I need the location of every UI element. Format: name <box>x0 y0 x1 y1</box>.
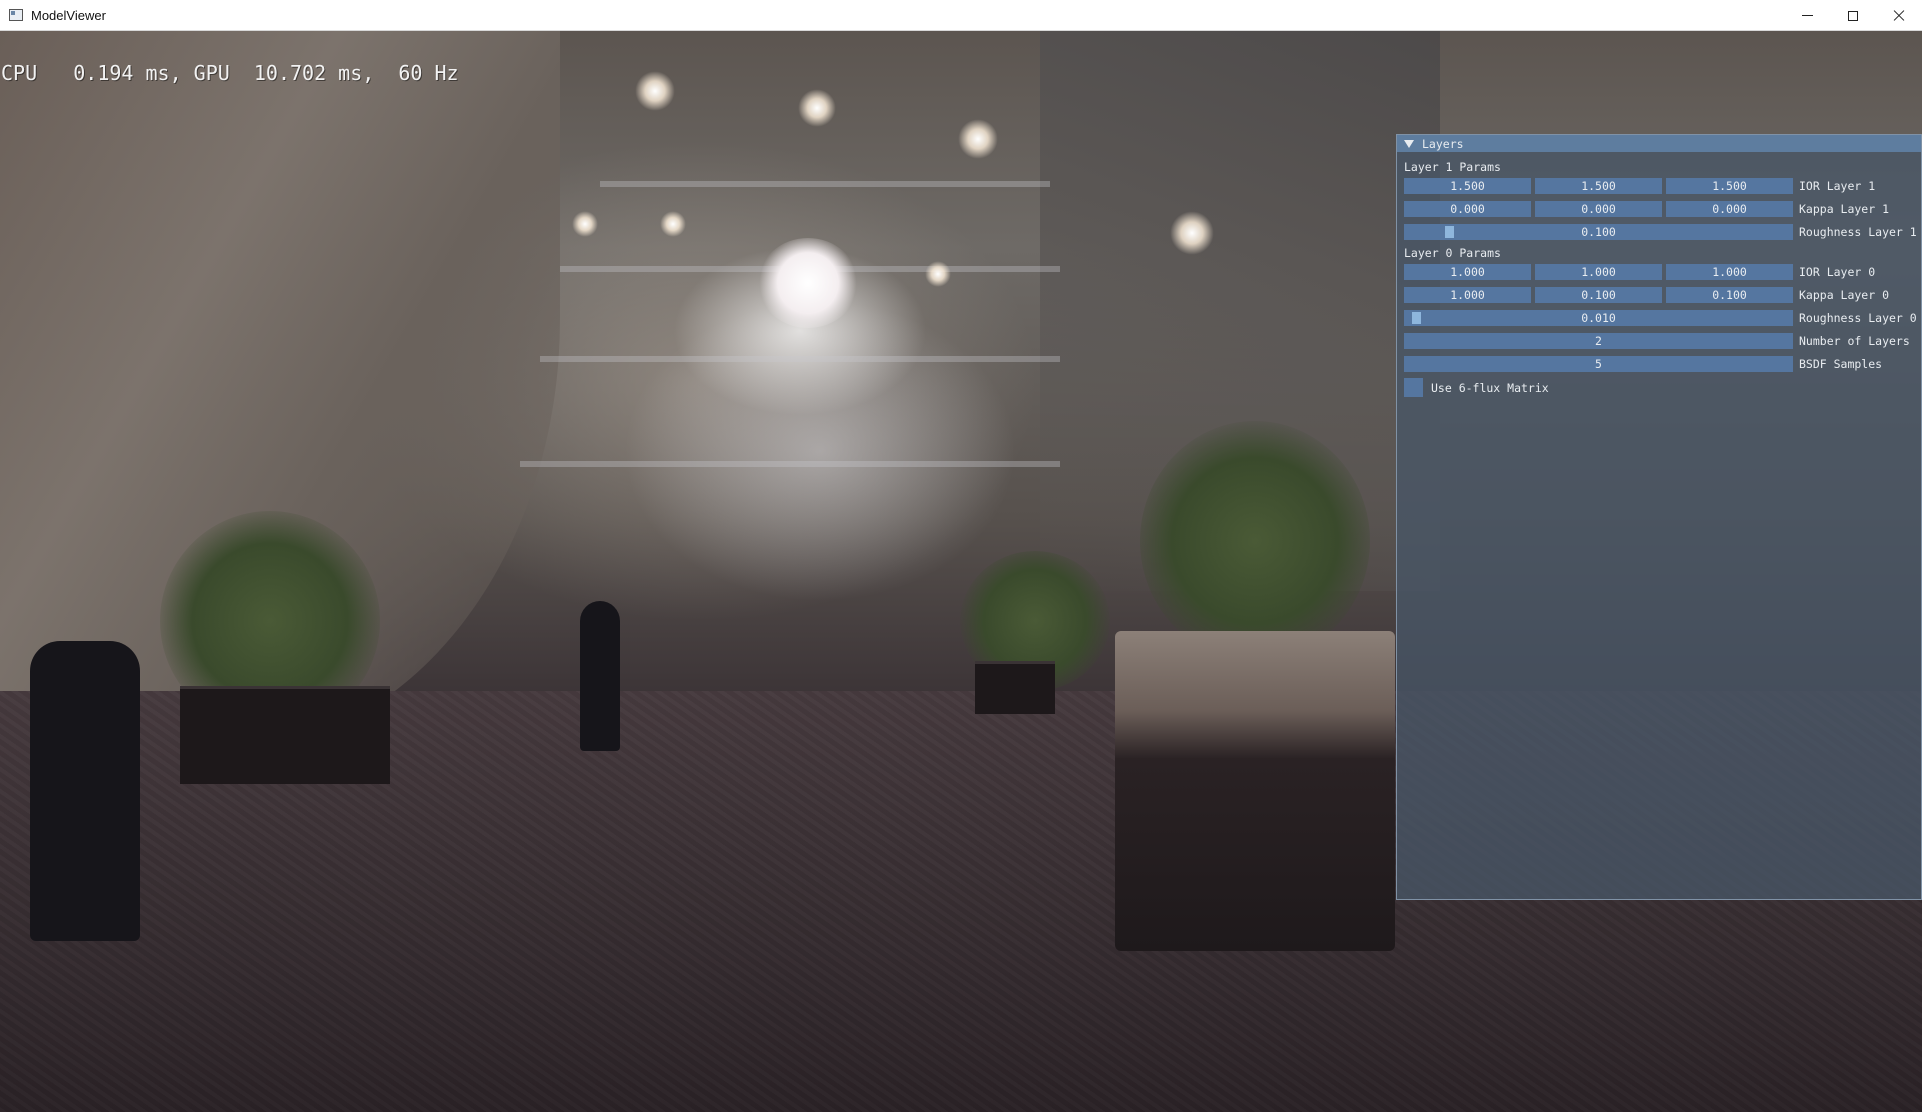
collapse-triangle-icon[interactable] <box>1404 139 1414 148</box>
roughness-layer1-row: 0.100 Roughness Layer 1 <box>1404 224 1917 240</box>
close-icon[interactable] <box>1876 0 1922 31</box>
ceiling-light <box>660 211 686 237</box>
scene-balcony <box>520 461 1060 467</box>
ceiling-light <box>1170 211 1214 255</box>
kappa-layer1-row: 0.000 0.000 0.000 Kappa Layer 1 <box>1404 201 1889 217</box>
number-of-layers-label: Number of Layers <box>1799 334 1910 348</box>
ior-layer0-label: IOR Layer 0 <box>1799 265 1876 279</box>
panel-title: Layers <box>1422 136 1464 151</box>
ior-layer1-label: IOR Layer 1 <box>1799 179 1876 193</box>
kappa-layer1-y-field[interactable]: 0.000 <box>1535 201 1662 217</box>
bsdf-samples-row: 5 BSDF Samples <box>1404 356 1882 372</box>
ior-layer0-row: 1.000 1.000 1.000 IOR Layer 0 <box>1404 264 1875 280</box>
roughness-layer0-label: Roughness Layer 0 <box>1799 311 1917 325</box>
ceiling-light <box>925 261 951 287</box>
scene-balcony <box>600 181 1050 187</box>
planter-box <box>975 661 1055 714</box>
layers-panel-header[interactable]: Layers <box>1397 135 1921 152</box>
layers-panel[interactable]: Layers Layer 1 Params 1.500 1.500 1.500 … <box>1396 134 1922 900</box>
ceiling-light <box>958 119 998 159</box>
xbox-logo-glow <box>758 238 858 328</box>
six-flux-row: Use 6-flux Matrix <box>1404 378 1549 397</box>
kappa-layer0-z-field[interactable]: 0.100 <box>1666 287 1793 303</box>
roughness-layer1-slider[interactable]: 0.100 <box>1404 224 1793 240</box>
plant <box>1140 421 1370 661</box>
minimize-icon[interactable] <box>1784 0 1830 31</box>
ior-layer1-row: 1.500 1.500 1.500 IOR Layer 1 <box>1404 178 1875 194</box>
kappa-layer1-label: Kappa Layer 1 <box>1799 202 1890 216</box>
bsdf-samples-label: BSDF Samples <box>1799 357 1883 371</box>
ceiling-light <box>572 211 598 237</box>
kappa-layer1-z-field[interactable]: 0.000 <box>1666 201 1793 217</box>
display-case <box>1115 631 1395 951</box>
kappa-layer0-x-field[interactable]: 1.000 <box>1404 287 1531 303</box>
roughness-layer1-value: 0.100 <box>1581 225 1616 239</box>
app-icon <box>9 9 23 21</box>
kappa-layer0-label: Kappa Layer 0 <box>1799 288 1890 302</box>
number-of-layers-row: 2 Number of Layers <box>1404 333 1910 349</box>
scene-balcony <box>540 356 1060 362</box>
six-flux-checkbox[interactable] <box>1404 378 1423 397</box>
kappa-layer0-row: 1.000 0.100 0.100 Kappa Layer 0 <box>1404 287 1889 303</box>
ceiling-light <box>798 89 836 127</box>
bsdf-samples-field[interactable]: 5 <box>1404 356 1793 372</box>
slider-grab-handle[interactable] <box>1445 226 1455 238</box>
perf-stats-overlay: CPU 0.194 ms, GPU 10.702 ms, 60 Hz <box>1 61 459 85</box>
window-controls <box>1784 0 1922 31</box>
ior-layer0-z-field[interactable]: 1.000 <box>1666 264 1793 280</box>
person-seated <box>30 641 140 941</box>
number-of-layers-field[interactable]: 2 <box>1404 333 1793 349</box>
ior-layer1-y-field[interactable]: 1.500 <box>1535 178 1662 194</box>
kappa-layer1-x-field[interactable]: 0.000 <box>1404 201 1531 217</box>
section-label-layer0: Layer 0 Params <box>1404 246 1501 260</box>
kappa-layer0-y-field[interactable]: 0.100 <box>1535 287 1662 303</box>
roughness-layer0-value: 0.010 <box>1581 311 1616 325</box>
person-walking <box>580 601 620 751</box>
section-label-layer1: Layer 1 Params <box>1404 160 1501 174</box>
window-title: ModelViewer <box>31 7 106 23</box>
slider-grab-handle[interactable] <box>1411 312 1421 324</box>
ceiling-light <box>635 71 675 111</box>
ior-layer0-y-field[interactable]: 1.000 <box>1535 264 1662 280</box>
ior-layer1-z-field[interactable]: 1.500 <box>1666 178 1793 194</box>
roughness-layer0-row: 0.010 Roughness Layer 0 <box>1404 310 1917 326</box>
maximize-icon[interactable] <box>1830 0 1876 31</box>
roughness-layer0-slider[interactable]: 0.010 <box>1404 310 1793 326</box>
window-titlebar[interactable]: ModelViewer <box>0 0 1922 31</box>
planter-box <box>180 686 390 784</box>
ior-layer0-x-field[interactable]: 1.000 <box>1404 264 1531 280</box>
ior-layer1-x-field[interactable]: 1.500 <box>1404 178 1531 194</box>
roughness-layer1-label: Roughness Layer 1 <box>1799 225 1917 239</box>
six-flux-label: Use 6-flux Matrix <box>1431 380 1549 395</box>
